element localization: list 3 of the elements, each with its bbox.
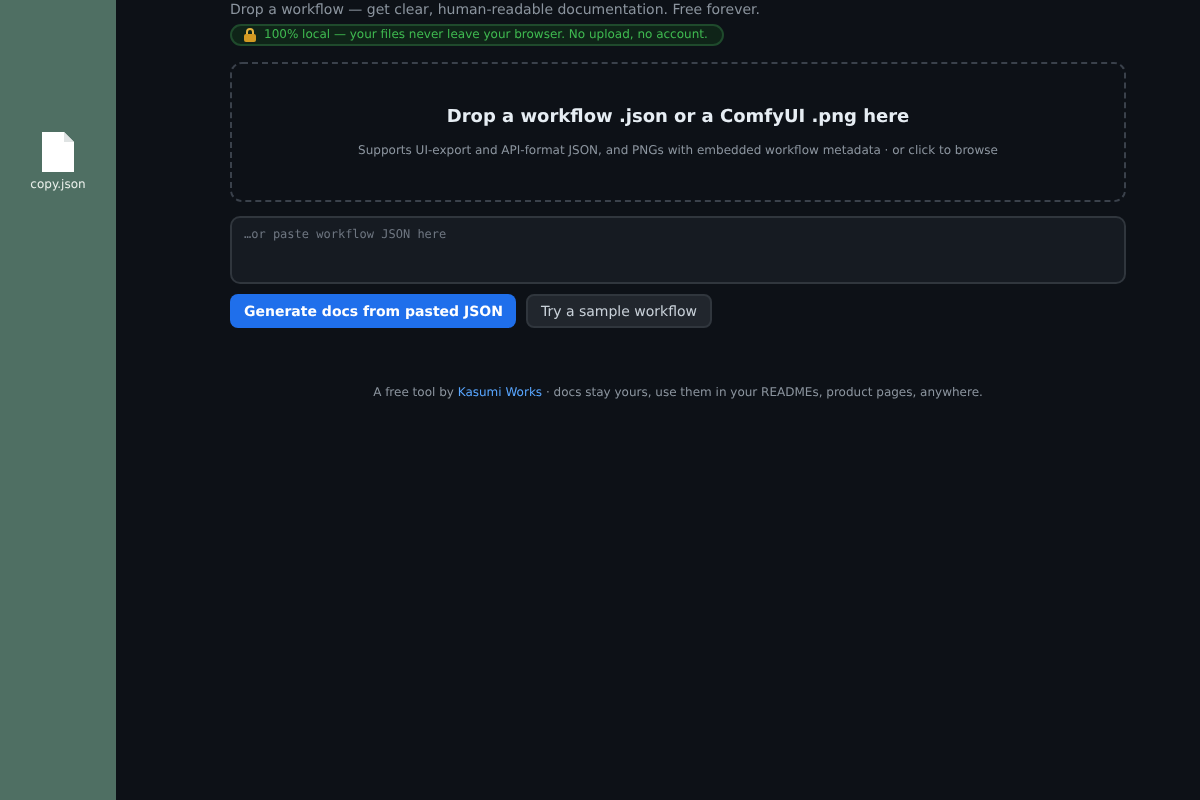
drop-title: Drop a workflow .json or a ComfyUI .png here [446,107,910,127]
document-icon [42,132,74,172]
lock-icon [244,28,256,42]
